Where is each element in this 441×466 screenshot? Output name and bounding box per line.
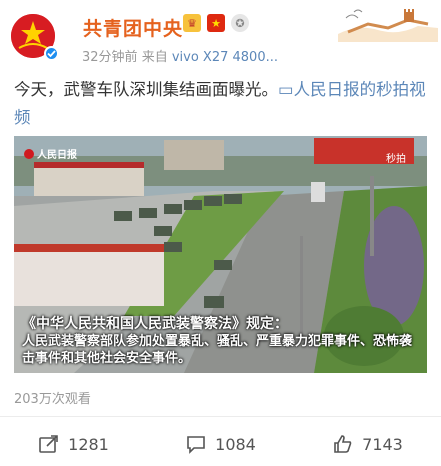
china-flag-icon[interactable]: ★: [207, 14, 225, 32]
post-header: 共青团中央 ♛ ★ ✪ 32分钟前 来自 vivo X27 4800...: [0, 0, 441, 70]
repost-count: 1281: [68, 434, 109, 454]
people-daily-logo: 人民日报: [24, 146, 77, 161]
username[interactable]: 共青团中央: [83, 14, 183, 41]
comment-icon: [187, 436, 205, 454]
vip-badge-icon[interactable]: ♛: [183, 14, 201, 32]
miaopai-watermark: 秒拍: [386, 154, 406, 165]
like-button[interactable]: 7143: [294, 426, 441, 462]
verified-icon: [44, 46, 59, 61]
view-count: 203万次观看: [14, 392, 91, 407]
caption-body: 人民武装警察部队参加处置暴乱、骚乱、严重暴力犯罪事件、恐怖袭击事件和其他社会安全…: [22, 334, 413, 366]
source-prefix: 来自: [141, 50, 168, 65]
divider: [0, 416, 441, 417]
great-wall-decoration: [338, 4, 438, 42]
badge-group: ♛ ★ ✪: [183, 14, 249, 32]
post-text: 今天，武警车队深圳集结画面曝光。▭人民日报的秒拍视频: [14, 76, 432, 132]
like-count: 7143: [362, 434, 403, 454]
post-time: 32分钟前: [82, 50, 138, 65]
caption-title: 《中华人民共和国人民武装警察法》规定：: [22, 316, 288, 332]
repost-button[interactable]: 1281: [0, 426, 147, 462]
repost-icon: [39, 435, 58, 453]
thumbs-up-icon: [334, 435, 352, 453]
comment-count: 1084: [215, 434, 256, 454]
video-link-icon: ▭: [278, 80, 294, 99]
comment-button[interactable]: 1084: [147, 426, 294, 462]
post-meta: 32分钟前 来自 vivo X27 4800...: [82, 46, 278, 65]
device-name[interactable]: vivo X27 4800...: [172, 50, 278, 65]
video-caption: 《中华人民共和国人民武装警察法》规定： 人民武装警察部队参加处置暴乱、骚乱、严重…: [22, 316, 422, 367]
medal-icon[interactable]: ✪: [231, 14, 249, 32]
action-bar: 1281 1084 7143: [0, 426, 441, 462]
post-body: 今天，武警车队深圳集结画面曝光。: [14, 80, 278, 99]
logo-text: 人民日报: [37, 150, 77, 161]
